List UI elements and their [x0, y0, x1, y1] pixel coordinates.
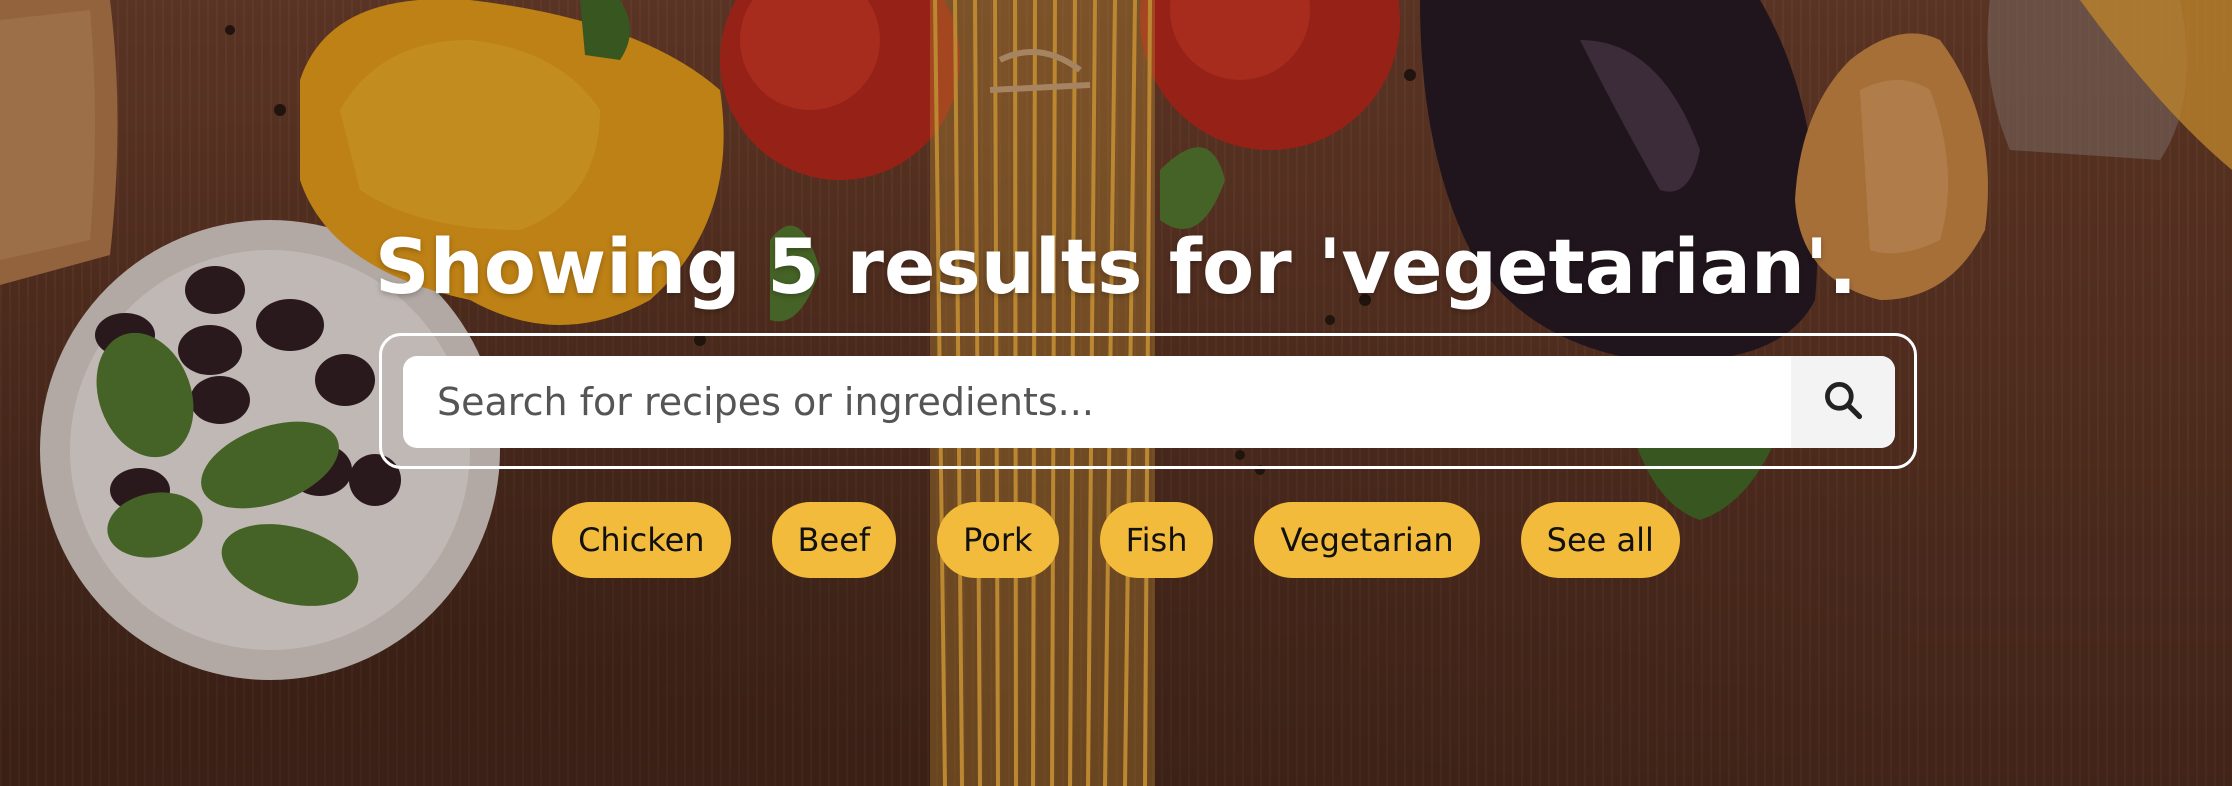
category-tags: Chicken Beef Pork Fish Vegetarian See al…: [0, 502, 2232, 578]
search-bar: [403, 356, 1895, 448]
page-title: Showing 5 results for 'vegetarian'.: [374, 222, 1858, 311]
tag-chicken[interactable]: Chicken: [552, 502, 731, 578]
tag-see-all[interactable]: See all: [1520, 502, 1680, 578]
hero-banner: Showing 5 results for 'vegetarian'. Chic…: [0, 0, 2232, 786]
tag-pork[interactable]: Pork: [937, 502, 1059, 578]
search-input[interactable]: [403, 356, 1791, 448]
search-icon: [1821, 378, 1865, 426]
search-button[interactable]: [1791, 356, 1895, 448]
tag-vegetarian[interactable]: Vegetarian: [1254, 502, 1480, 578]
tag-fish[interactable]: Fish: [1099, 502, 1214, 578]
search-container: [379, 333, 1917, 469]
tag-beef[interactable]: Beef: [771, 502, 897, 578]
